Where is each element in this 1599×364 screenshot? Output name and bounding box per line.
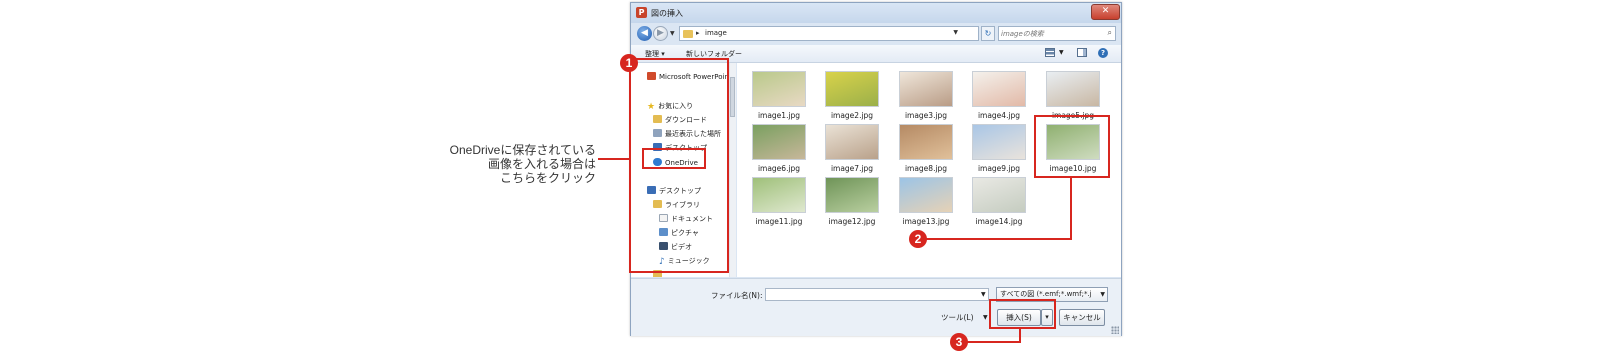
change-view-icon[interactable] [1045,48,1055,57]
filename-label: ファイル名(N): [711,291,763,300]
file-name-label: image2.jpg [830,111,874,120]
highlight-box-image10 [1034,115,1110,178]
file-name-label: image13.jpg [902,217,950,226]
filename-dropdown-icon[interactable]: ▼ [981,291,986,298]
resize-grip[interactable] [1111,326,1119,334]
file-thumbnail[interactable]: image9.jpg [970,124,1030,173]
file-name-label: image11.jpg [755,217,803,226]
scrollbar-thumb[interactable] [730,77,735,117]
photo-thumbnail-image [825,177,879,213]
tools-dropdown-icon[interactable]: ▼ [983,314,988,321]
photo-thumbnail-image [752,71,806,107]
photo-thumbnail-image [899,71,953,107]
powerpoint-app-icon: P [636,7,647,18]
filetype-value: すべての図 (*.emf;*.wmf;*.j [1000,290,1092,298]
filename-input[interactable] [765,288,989,301]
address-dropdown-icon[interactable]: ▼ [953,29,958,36]
photo-thumbnail-image [972,71,1026,107]
file-thumbnail[interactable]: image12.jpg [823,177,883,226]
search-input[interactable] [1001,28,1097,39]
tools-menu[interactable]: ツール(L) [941,312,974,323]
view-options-drop-icon[interactable]: ▼ [1059,49,1064,56]
help-icon[interactable]: ? [1098,48,1108,58]
annotation-line: 画像を入れる場合は [487,157,596,171]
file-name-label: image14.jpg [975,217,1023,226]
close-button[interactable]: ✕ [1091,4,1120,20]
search-box: ⌕ [998,26,1116,41]
file-thumbnail[interactable]: image11.jpg [750,177,810,226]
file-thumbnail[interactable]: image2.jpg [823,71,883,120]
nav-scrollbar[interactable] [729,63,736,277]
connector-3-horizontal [967,341,1021,343]
folder-icon [683,30,693,38]
file-name-label: image9.jpg [977,164,1021,173]
file-thumbnail[interactable]: image8.jpg [897,124,957,173]
file-thumbnail[interactable]: image6.jpg [750,124,810,173]
photo-thumbnail-image [1046,71,1100,107]
back-button[interactable]: ◀ [637,26,652,41]
file-name-label: image3.jpg [904,111,948,120]
breadcrumb-path[interactable]: image [705,29,727,37]
file-thumbnail[interactable]: image13.jpg [897,177,957,226]
file-thumbnail[interactable]: image1.jpg [750,71,810,120]
file-name-label: image7.jpg [830,164,874,173]
annotation-line: こちらをクリック [499,171,596,185]
forward-button[interactable]: ▶ [653,26,668,41]
photo-thumbnail-image [825,124,879,160]
highlight-box-nav-pane [629,58,729,273]
step-badge-2: 2 [909,230,927,248]
dialog-title: 図の挿入 [651,9,683,18]
connector-2-vertical [1070,178,1072,239]
photo-thumbnail-image [752,124,806,160]
photo-thumbnail-image [899,124,953,160]
file-thumbnail[interactable]: image14.jpg [970,177,1030,226]
file-name-label: image6.jpg [757,164,801,173]
address-box[interactable]: ▸ image ▼ [679,26,979,41]
photo-thumbnail-image [752,177,806,213]
connector-2-horizontal [926,238,1072,240]
annotation-line: OneDriveに保存されている [449,143,596,157]
file-thumbnail[interactable]: image3.jpg [897,71,957,120]
address-bar: ◀ ▶ ▼ ▸ image ▼ ↻ ⌕ [631,23,1121,45]
step-badge-3: 3 [950,333,968,351]
file-thumbnail[interactable]: image5.jpg [1044,71,1104,120]
highlight-box-insert [989,299,1056,329]
file-thumbnail[interactable]: image7.jpg [823,124,883,173]
chevron-down-icon: ▼ [1100,291,1105,298]
file-name-label: image4.jpg [977,111,1021,120]
file-name-label: image12.jpg [828,217,876,226]
recent-locations-drop-icon[interactable]: ▼ [670,30,675,37]
file-name-label: image1.jpg [757,111,801,120]
title-bar: P 図の挿入 ✕ [631,3,1121,23]
photo-thumbnail-image [899,177,953,213]
search-icon[interactable]: ⌕ [1108,28,1112,38]
cancel-button[interactable]: キャンセル [1059,309,1105,326]
photo-thumbnail-image [972,177,1026,213]
photo-thumbnail-image [972,124,1026,160]
step-badge-1: 1 [620,54,638,72]
breadcrumb-separator-icon: ▸ [696,29,700,37]
preview-pane-icon[interactable] [1077,48,1087,57]
annotation-text: OneDriveに保存されている 画像を入れる場合は こちらをクリック [396,143,596,185]
file-thumbnail[interactable]: image4.jpg [970,71,1030,120]
refresh-button[interactable]: ↻ [981,26,995,41]
file-name-label: image8.jpg [904,164,948,173]
photo-thumbnail-image [825,71,879,107]
